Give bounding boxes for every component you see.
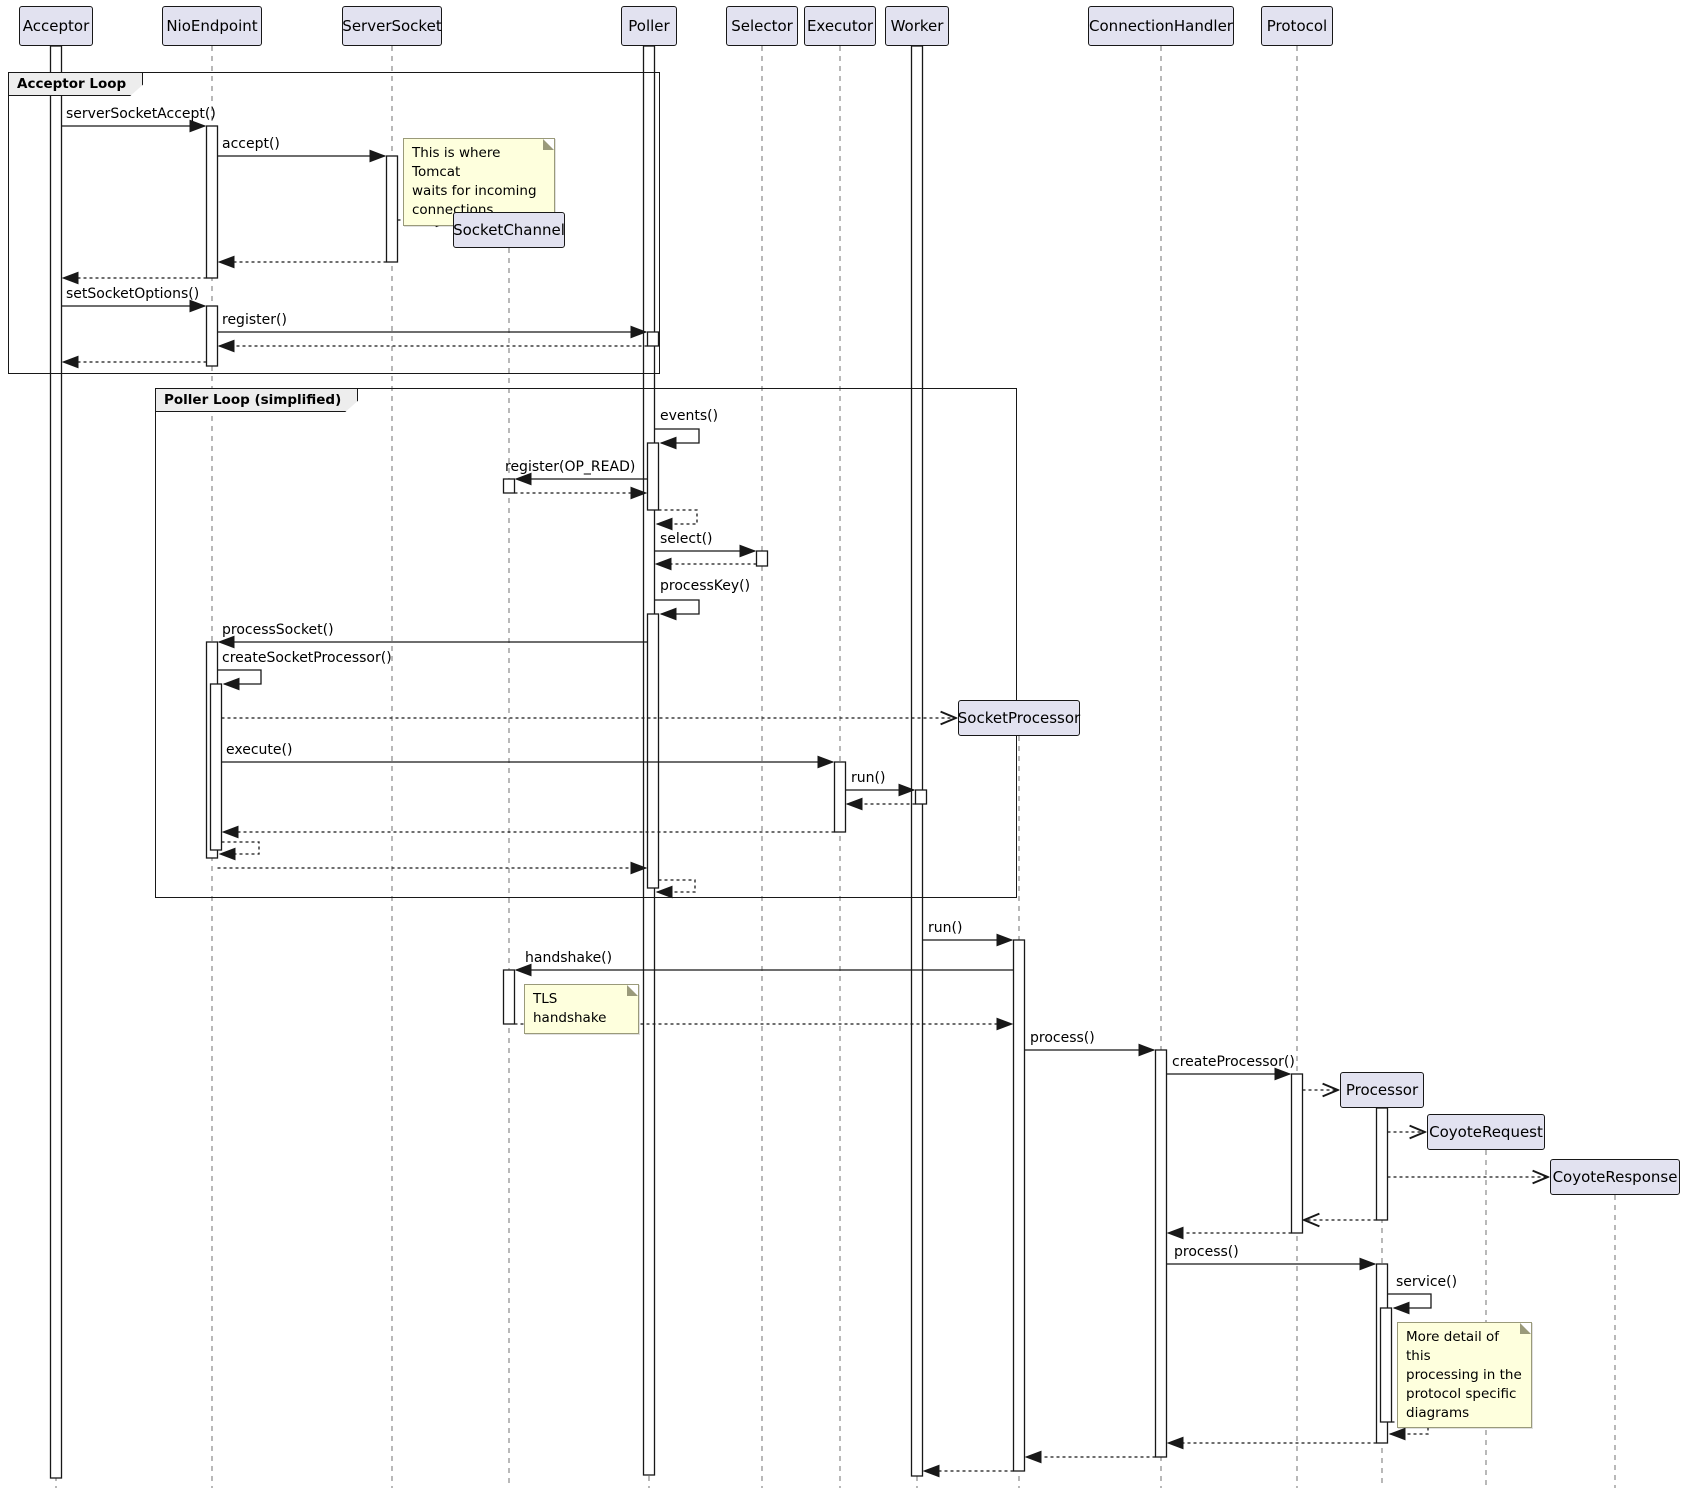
frame-label-poller-loop: Poller Loop (simplified) [155,388,358,412]
participant-box-coyoterequest: CoyoteRequest [1427,1114,1545,1150]
activation-processor-create [1377,1108,1388,1220]
message-label-processkey: processKey() [660,578,750,594]
message-label-register-opread: register(OP_READ) [505,459,635,475]
activation-ch-process [1156,1050,1167,1457]
message-label-createprocessor: createProcessor() [1172,1054,1295,1070]
participant-box-processor: Processor [1340,1072,1424,1108]
participant-box-serversocket: ServerSocket [342,6,442,46]
message-label-run-worker-sp: run() [928,920,962,936]
message-label-createsocketprocessor: createSocketProcessor() [222,650,392,666]
participant-box-selector: Selector [726,6,798,46]
note-tls-handshake: TLS handshake [524,984,639,1034]
message-label-accept: accept() [222,136,280,152]
message-label-register: register() [222,312,287,328]
participant-box-poller: Poller [621,6,677,46]
activation-processor-service [1381,1308,1392,1422]
participant-box-connectionhandler: ConnectionHandler [1088,6,1234,46]
message-label-process-sp-ch: process() [1030,1030,1095,1046]
self-message-arrow-service [1388,1294,1432,1308]
message-label-setsocketoptions: setSocketOptions() [66,286,199,302]
message-label-service: service() [1396,1274,1457,1290]
participant-box-nioendpoint: NioEndpoint [162,6,262,46]
message-label-handshake: handshake() [525,950,612,966]
activation-sp-run [1014,940,1025,1471]
note-ear-note-tls-handshake [627,985,638,996]
note-ear-note-protocol-detail [1520,1323,1531,1334]
message-label-run-executor-worker: run() [851,770,885,786]
note-protocol-detail: More detail of this processing in the pr… [1397,1322,1532,1428]
participant-box-acceptor: Acceptor [19,6,93,46]
activation-protocol-createprocessor [1292,1074,1303,1233]
frame-label-acceptor-loop: Acceptor Loop [8,72,143,96]
activation-sc-handshake [504,970,515,1024]
message-label-process-ch-processor: process() [1174,1244,1239,1260]
message-label-execute: execute() [226,742,292,758]
message-label-select: select() [660,531,713,547]
sequence-diagram: Acceptor Loop Poller Loop (simplified) ser… [0,0,1682,1495]
participant-box-protocol: Protocol [1261,6,1333,46]
participant-box-socketchannel: SocketChannel [453,212,565,248]
participant-box-coyoteresponse: CoyoteResponse [1550,1159,1680,1195]
participant-box-worker: Worker [885,6,949,46]
message-label-serversocketaccept: serverSocketAccept() [66,106,216,122]
participant-box-executor: Executor [804,6,876,46]
message-label-events: events() [660,408,718,424]
participant-box-socketprocessor: SocketProcessor [958,700,1080,736]
note-ear-note-tomcat-waits [543,139,554,150]
message-label-processsocket: processSocket() [222,622,334,638]
